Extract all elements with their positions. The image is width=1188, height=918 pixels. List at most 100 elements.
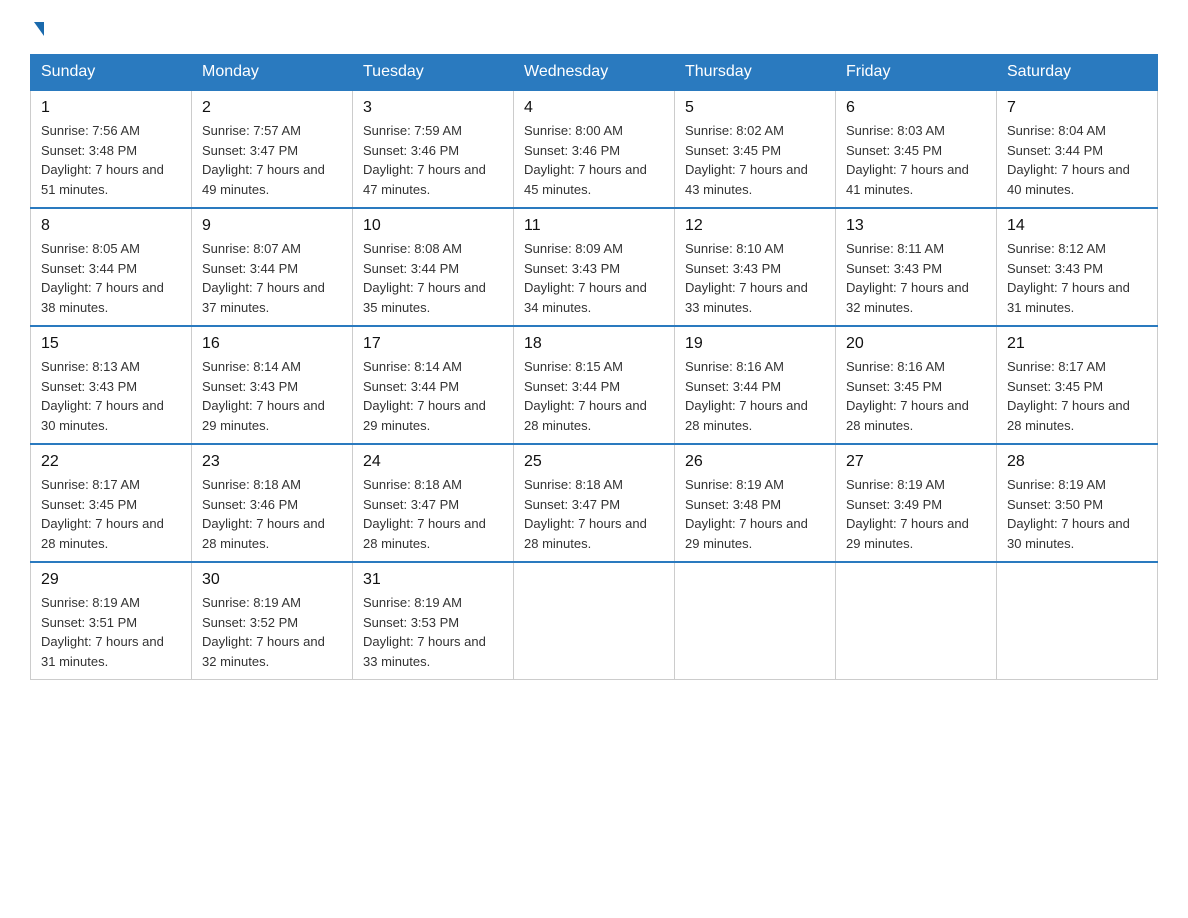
day-number: 26 <box>685 453 825 471</box>
calendar-cell: 8 Sunrise: 8:05 AMSunset: 3:44 PMDayligh… <box>31 208 192 326</box>
day-number: 17 <box>363 335 503 353</box>
day-number: 14 <box>1007 217 1147 235</box>
day-info: Sunrise: 8:19 AMSunset: 3:53 PMDaylight:… <box>363 595 486 669</box>
day-info: Sunrise: 7:56 AMSunset: 3:48 PMDaylight:… <box>41 123 164 197</box>
day-info: Sunrise: 8:03 AMSunset: 3:45 PMDaylight:… <box>846 123 969 197</box>
day-info: Sunrise: 8:18 AMSunset: 3:47 PMDaylight:… <box>524 477 647 551</box>
header-tuesday: Tuesday <box>353 55 514 91</box>
calendar-cell: 23 Sunrise: 8:18 AMSunset: 3:46 PMDaylig… <box>192 444 353 562</box>
day-info: Sunrise: 8:14 AMSunset: 3:44 PMDaylight:… <box>363 359 486 433</box>
header-friday: Friday <box>836 55 997 91</box>
day-info: Sunrise: 8:04 AMSunset: 3:44 PMDaylight:… <box>1007 123 1130 197</box>
day-info: Sunrise: 8:12 AMSunset: 3:43 PMDaylight:… <box>1007 241 1130 315</box>
calendar-cell: 22 Sunrise: 8:17 AMSunset: 3:45 PMDaylig… <box>31 444 192 562</box>
day-number: 15 <box>41 335 181 353</box>
day-number: 29 <box>41 571 181 589</box>
header-saturday: Saturday <box>997 55 1158 91</box>
header-thursday: Thursday <box>675 55 836 91</box>
day-info: Sunrise: 8:19 AMSunset: 3:49 PMDaylight:… <box>846 477 969 551</box>
calendar-cell: 14 Sunrise: 8:12 AMSunset: 3:43 PMDaylig… <box>997 208 1158 326</box>
day-info: Sunrise: 8:02 AMSunset: 3:45 PMDaylight:… <box>685 123 808 197</box>
week-row-2: 8 Sunrise: 8:05 AMSunset: 3:44 PMDayligh… <box>31 208 1158 326</box>
day-number: 28 <box>1007 453 1147 471</box>
calendar-cell: 7 Sunrise: 8:04 AMSunset: 3:44 PMDayligh… <box>997 90 1158 208</box>
day-info: Sunrise: 8:07 AMSunset: 3:44 PMDaylight:… <box>202 241 325 315</box>
day-info: Sunrise: 8:19 AMSunset: 3:51 PMDaylight:… <box>41 595 164 669</box>
day-number: 30 <box>202 571 342 589</box>
day-number: 3 <box>363 99 503 117</box>
week-row-3: 15 Sunrise: 8:13 AMSunset: 3:43 PMDaylig… <box>31 326 1158 444</box>
day-number: 25 <box>524 453 664 471</box>
calendar-cell: 9 Sunrise: 8:07 AMSunset: 3:44 PMDayligh… <box>192 208 353 326</box>
day-number: 7 <box>1007 99 1147 117</box>
day-info: Sunrise: 8:08 AMSunset: 3:44 PMDaylight:… <box>363 241 486 315</box>
day-number: 20 <box>846 335 986 353</box>
day-info: Sunrise: 8:18 AMSunset: 3:46 PMDaylight:… <box>202 477 325 551</box>
day-number: 8 <box>41 217 181 235</box>
day-info: Sunrise: 8:11 AMSunset: 3:43 PMDaylight:… <box>846 241 969 315</box>
day-info: Sunrise: 8:14 AMSunset: 3:43 PMDaylight:… <box>202 359 325 433</box>
calendar-body: 1 Sunrise: 7:56 AMSunset: 3:48 PMDayligh… <box>31 90 1158 680</box>
calendar-cell: 16 Sunrise: 8:14 AMSunset: 3:43 PMDaylig… <box>192 326 353 444</box>
page-header <box>30 20 1158 34</box>
day-number: 5 <box>685 99 825 117</box>
day-number: 2 <box>202 99 342 117</box>
day-info: Sunrise: 8:16 AMSunset: 3:45 PMDaylight:… <box>846 359 969 433</box>
calendar-cell: 31 Sunrise: 8:19 AMSunset: 3:53 PMDaylig… <box>353 562 514 680</box>
day-info: Sunrise: 8:19 AMSunset: 3:48 PMDaylight:… <box>685 477 808 551</box>
day-number: 1 <box>41 99 181 117</box>
logo <box>30 20 44 34</box>
calendar-cell: 13 Sunrise: 8:11 AMSunset: 3:43 PMDaylig… <box>836 208 997 326</box>
day-info: Sunrise: 8:19 AMSunset: 3:50 PMDaylight:… <box>1007 477 1130 551</box>
day-number: 31 <box>363 571 503 589</box>
day-info: Sunrise: 8:10 AMSunset: 3:43 PMDaylight:… <box>685 241 808 315</box>
calendar-cell: 11 Sunrise: 8:09 AMSunset: 3:43 PMDaylig… <box>514 208 675 326</box>
day-info: Sunrise: 8:05 AMSunset: 3:44 PMDaylight:… <box>41 241 164 315</box>
header-sunday: Sunday <box>31 55 192 91</box>
day-number: 24 <box>363 453 503 471</box>
day-info: Sunrise: 7:57 AMSunset: 3:47 PMDaylight:… <box>202 123 325 197</box>
calendar-cell: 24 Sunrise: 8:18 AMSunset: 3:47 PMDaylig… <box>353 444 514 562</box>
day-info: Sunrise: 7:59 AMSunset: 3:46 PMDaylight:… <box>363 123 486 197</box>
calendar-cell: 10 Sunrise: 8:08 AMSunset: 3:44 PMDaylig… <box>353 208 514 326</box>
calendar-cell: 25 Sunrise: 8:18 AMSunset: 3:47 PMDaylig… <box>514 444 675 562</box>
day-number: 22 <box>41 453 181 471</box>
day-number: 6 <box>846 99 986 117</box>
day-info: Sunrise: 8:13 AMSunset: 3:43 PMDaylight:… <box>41 359 164 433</box>
day-info: Sunrise: 8:16 AMSunset: 3:44 PMDaylight:… <box>685 359 808 433</box>
day-number: 16 <box>202 335 342 353</box>
week-row-1: 1 Sunrise: 7:56 AMSunset: 3:48 PMDayligh… <box>31 90 1158 208</box>
calendar-cell: 26 Sunrise: 8:19 AMSunset: 3:48 PMDaylig… <box>675 444 836 562</box>
calendar-cell <box>836 562 997 680</box>
day-info: Sunrise: 8:09 AMSunset: 3:43 PMDaylight:… <box>524 241 647 315</box>
calendar-cell: 3 Sunrise: 7:59 AMSunset: 3:46 PMDayligh… <box>353 90 514 208</box>
calendar-cell: 29 Sunrise: 8:19 AMSunset: 3:51 PMDaylig… <box>31 562 192 680</box>
header-monday: Monday <box>192 55 353 91</box>
calendar-cell: 4 Sunrise: 8:00 AMSunset: 3:46 PMDayligh… <box>514 90 675 208</box>
calendar-cell: 27 Sunrise: 8:19 AMSunset: 3:49 PMDaylig… <box>836 444 997 562</box>
calendar-cell: 19 Sunrise: 8:16 AMSunset: 3:44 PMDaylig… <box>675 326 836 444</box>
calendar-table: SundayMondayTuesdayWednesdayThursdayFrid… <box>30 54 1158 680</box>
calendar-cell: 6 Sunrise: 8:03 AMSunset: 3:45 PMDayligh… <box>836 90 997 208</box>
calendar-cell: 30 Sunrise: 8:19 AMSunset: 3:52 PMDaylig… <box>192 562 353 680</box>
logo-arrow-icon <box>34 22 44 36</box>
day-info: Sunrise: 8:00 AMSunset: 3:46 PMDaylight:… <box>524 123 647 197</box>
calendar-cell: 2 Sunrise: 7:57 AMSunset: 3:47 PMDayligh… <box>192 90 353 208</box>
day-info: Sunrise: 8:15 AMSunset: 3:44 PMDaylight:… <box>524 359 647 433</box>
calendar-cell: 12 Sunrise: 8:10 AMSunset: 3:43 PMDaylig… <box>675 208 836 326</box>
calendar-cell: 5 Sunrise: 8:02 AMSunset: 3:45 PMDayligh… <box>675 90 836 208</box>
day-info: Sunrise: 8:17 AMSunset: 3:45 PMDaylight:… <box>41 477 164 551</box>
day-number: 21 <box>1007 335 1147 353</box>
day-number: 10 <box>363 217 503 235</box>
day-number: 4 <box>524 99 664 117</box>
day-info: Sunrise: 8:19 AMSunset: 3:52 PMDaylight:… <box>202 595 325 669</box>
calendar-cell <box>997 562 1158 680</box>
week-row-4: 22 Sunrise: 8:17 AMSunset: 3:45 PMDaylig… <box>31 444 1158 562</box>
day-number: 19 <box>685 335 825 353</box>
day-number: 18 <box>524 335 664 353</box>
calendar-cell: 21 Sunrise: 8:17 AMSunset: 3:45 PMDaylig… <box>997 326 1158 444</box>
day-number: 12 <box>685 217 825 235</box>
calendar-cell: 17 Sunrise: 8:14 AMSunset: 3:44 PMDaylig… <box>353 326 514 444</box>
calendar-cell <box>675 562 836 680</box>
day-number: 23 <box>202 453 342 471</box>
